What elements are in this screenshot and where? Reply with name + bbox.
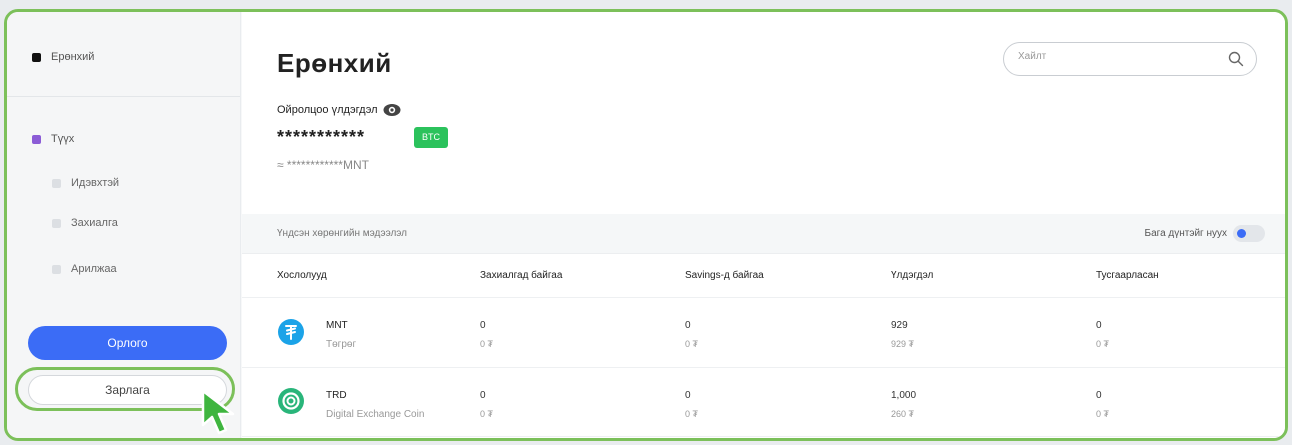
dot-icon bbox=[52, 218, 61, 228]
masked-balance: *********** bbox=[277, 127, 366, 147]
row-divider bbox=[242, 297, 1285, 298]
column-header: Тусгаарласан bbox=[1096, 270, 1159, 281]
balance-mnt: 260 ₮ bbox=[891, 409, 915, 419]
mnt-equivalent: ≈ ************MNT bbox=[277, 158, 369, 172]
in-savings-mnt: 0 ₮ bbox=[685, 409, 699, 419]
income-button[interactable]: Орлого bbox=[28, 326, 227, 360]
tugrik-icon bbox=[278, 319, 304, 345]
in-savings-value: 0 bbox=[685, 390, 691, 401]
sidebar-item-history[interactable]: Түүх bbox=[32, 133, 74, 145]
in-savings-value: 0 bbox=[685, 320, 691, 331]
hide-small-toggle[interactable] bbox=[1233, 225, 1265, 242]
main-content: Ерөнхий Ойролцоо үлдэгдэл *********** BT… bbox=[242, 12, 1285, 438]
dot-icon bbox=[52, 264, 61, 274]
balance-value: 1,000 bbox=[891, 390, 917, 401]
dot-icon bbox=[32, 134, 41, 144]
sidebar-item-label: Арилжаа bbox=[71, 263, 117, 275]
column-header: Захиалгад байгаа bbox=[480, 270, 563, 281]
in-orders-mnt: 0 ₮ bbox=[480, 339, 494, 349]
in-orders-value: 0 bbox=[480, 390, 486, 401]
asset-info-bar: Үндсэн хөрөнгийн мэдээлэл Бага дүнтэйг н… bbox=[242, 214, 1285, 254]
sidebar-item-label: Ерөнхий bbox=[51, 51, 95, 63]
sidebar: Ерөнхий Түүх Идэвхтэй Захиалга Арилжаа О… bbox=[7, 12, 241, 438]
in-orders-mnt: 0 ₮ bbox=[480, 409, 494, 419]
currency-badge[interactable]: BTC bbox=[414, 127, 448, 148]
reserved-mnt: 0 ₮ bbox=[1096, 339, 1110, 349]
balance-label-row: Ойролцоо үлдэгдэл bbox=[277, 103, 401, 117]
coin-symbol: TRD bbox=[326, 390, 347, 401]
app-frame: Ерөнхий Түүх Идэвхтэй Захиалга Арилжаа О… bbox=[4, 9, 1288, 441]
sidebar-item-label: Идэвхтэй bbox=[71, 177, 120, 189]
expense-button[interactable]: Зарлага bbox=[28, 375, 227, 405]
coin-symbol: MNT bbox=[326, 320, 348, 331]
pointer-cursor-icon bbox=[201, 389, 235, 435]
reserved-mnt: 0 ₮ bbox=[1096, 409, 1110, 419]
coin-name: Төгрөг bbox=[326, 339, 357, 350]
reserved-value: 0 bbox=[1096, 390, 1102, 401]
row-divider bbox=[242, 436, 1285, 437]
in-orders-value: 0 bbox=[480, 320, 486, 331]
page-title: Ерөнхий bbox=[277, 48, 392, 78]
sidebar-item-orders[interactable]: Захиалга bbox=[52, 217, 118, 229]
dot-icon bbox=[52, 178, 61, 188]
dot-icon bbox=[32, 52, 41, 62]
reserved-value: 0 bbox=[1096, 320, 1102, 331]
section-title: Үндсэн хөрөнгийн мэдээлэл bbox=[277, 228, 408, 239]
search-input[interactable] bbox=[1018, 51, 1218, 62]
search-box[interactable] bbox=[1003, 42, 1257, 76]
balance-label: Ойролцоо үлдэгдэл bbox=[277, 104, 378, 116]
sidebar-item-label: Захиалга bbox=[71, 217, 118, 229]
column-header: Savings-д байгаа bbox=[685, 270, 764, 281]
toggle-knob bbox=[1237, 229, 1246, 238]
sidebar-item-trades[interactable]: Арилжаа bbox=[52, 263, 117, 275]
hide-small-label: Бага дүнтэйг нуух bbox=[1144, 228, 1227, 239]
row-divider bbox=[242, 367, 1285, 368]
sidebar-item-general[interactable]: Ерөнхий bbox=[32, 51, 94, 63]
balance-mnt: 929 ₮ bbox=[891, 339, 915, 349]
in-savings-mnt: 0 ₮ bbox=[685, 339, 699, 349]
sidebar-item-active[interactable]: Идэвхтэй bbox=[52, 177, 119, 189]
column-header: Хослолууд bbox=[277, 270, 327, 281]
trd-coin-icon bbox=[278, 388, 304, 414]
sidebar-item-label: Түүх bbox=[51, 133, 75, 145]
column-header: Үлдэгдэл bbox=[891, 270, 934, 281]
coin-name: Digital Exchange Coin bbox=[326, 409, 425, 420]
search-icon[interactable] bbox=[1228, 51, 1244, 67]
eye-icon[interactable] bbox=[383, 103, 401, 117]
balance-value: 929 bbox=[891, 320, 908, 331]
